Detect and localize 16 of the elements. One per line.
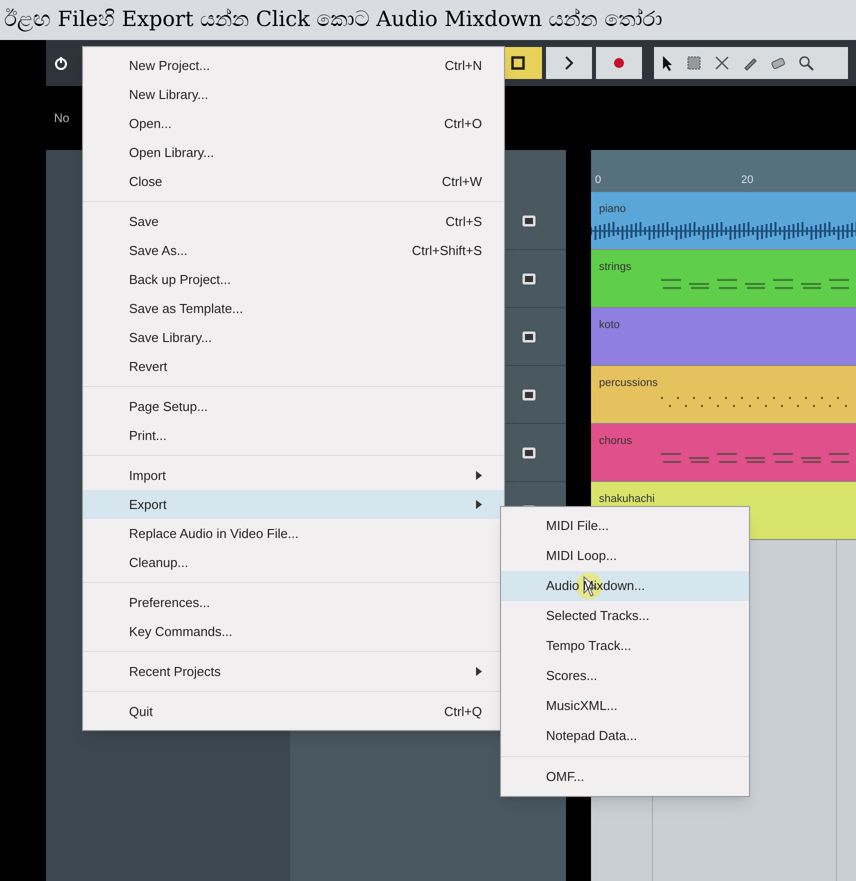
shortcut-text: Ctrl+Shift+S (412, 242, 482, 260)
track-name: shakuhachi (599, 493, 655, 505)
ruler-label: 20 (741, 172, 754, 188)
caption-text: ඊළඟ Fileහි Export යන්න Click කොට Audio Mixdown යන්න තෝරා (4, 6, 662, 34)
track-name: percussions (599, 377, 658, 389)
shortcut-text: Ctrl+O (444, 114, 482, 133)
info-line-text: No (54, 110, 70, 127)
track-name: piano (599, 203, 626, 215)
shortcut-text: Ctrl+W (442, 172, 482, 191)
track-name: koto (599, 319, 620, 331)
shortcut-text: Ctrl+Q (444, 702, 482, 721)
ruler-label: 0 (595, 172, 602, 188)
shortcut-text: Ctrl+N (444, 56, 482, 75)
track-name: strings (599, 261, 632, 273)
shortcut-text: Ctrl+S (446, 212, 482, 231)
track-name: chorus (599, 435, 632, 447)
